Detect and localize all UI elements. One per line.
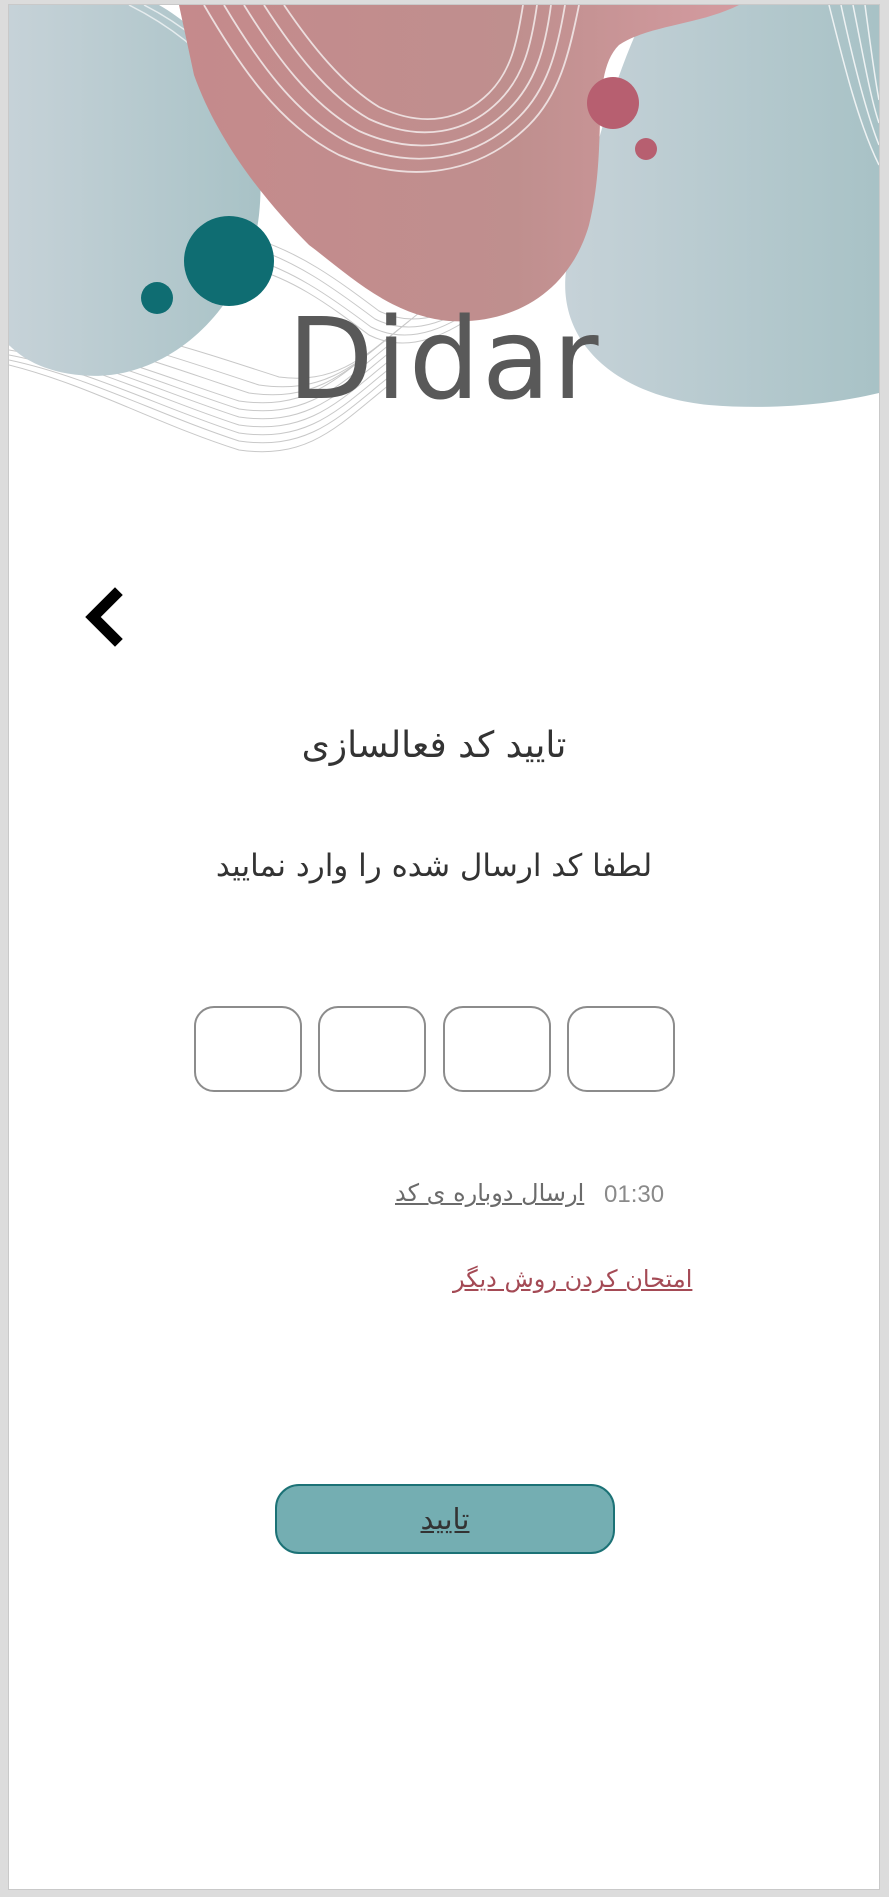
otp-digit-4[interactable] <box>194 1006 302 1092</box>
countdown-timer: 01:30 <box>604 1181 665 1208</box>
otp-code-inputs <box>194 1006 684 1096</box>
page-heading: تایید کد فعالسازی <box>301 725 567 766</box>
resend-code-link[interactable]: ارسال دوباره ی کد <box>395 1179 584 1207</box>
instruction-text: لطفا کد ارسال شده را وارد نمایید <box>215 848 653 884</box>
chevron-left-icon <box>85 587 123 647</box>
otp-digit-1[interactable] <box>567 1006 675 1092</box>
back-button[interactable] <box>79 587 129 647</box>
confirm-button[interactable]: تایید <box>275 1484 615 1554</box>
otp-digit-3[interactable] <box>318 1006 426 1092</box>
otp-digit-2[interactable] <box>443 1006 551 1092</box>
app-title: Didar <box>287 295 601 425</box>
try-another-method-link[interactable]: امتحان کردن روش دیگر <box>453 1265 692 1293</box>
confirm-button-label: تایید <box>420 1502 470 1536</box>
phone-screen: Didar تایید کد فعالسازی لطفا کد ارسال شد… <box>8 4 880 1890</box>
